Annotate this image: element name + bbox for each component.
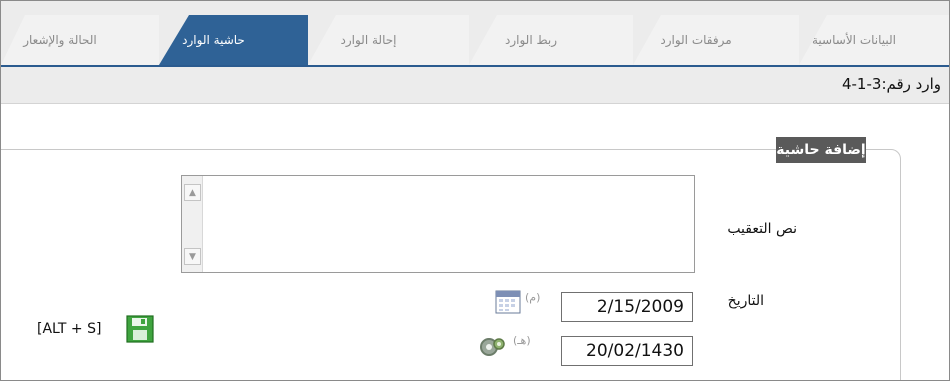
tab-basic-data[interactable]: البيانات الأساسية	[799, 15, 949, 65]
tab-link[interactable]: ربط الوارد	[469, 15, 633, 65]
save-shortcut-label: [ALT + S]	[37, 321, 102, 337]
record-bar: وارد رقم:3-1-4	[1, 67, 949, 104]
tab-attachments[interactable]: مرفقات الوارد	[633, 15, 799, 65]
tab-label: الحالة والإشعار	[23, 33, 97, 47]
tab-label: إحالة الوارد	[340, 33, 397, 47]
tab-referral[interactable]: إحالة الوارد	[308, 15, 469, 65]
incoming-note-window: البيانات الأساسية مرفقات الوارد ربط الوا…	[0, 0, 950, 381]
gregorian-marker: (م)	[525, 291, 541, 304]
tab-label: مرفقات الوارد	[660, 33, 732, 47]
floppy-disk-icon[interactable]	[126, 315, 154, 343]
hijri-date-input[interactable]: 20/02/1430	[561, 336, 693, 366]
tab-label: ربط الوارد	[504, 33, 557, 47]
hijri-marker: (هـ)	[513, 334, 531, 347]
tab-note[interactable]: حاشية الوارد	[159, 15, 308, 65]
calendar-icon[interactable]	[495, 288, 521, 314]
comment-textarea[interactable]: ▲ ▼	[181, 175, 695, 273]
textarea-scrollbar[interactable]: ▲ ▼	[182, 176, 203, 272]
tab-label: البيانات الأساسية	[812, 33, 896, 47]
date-label: التاريخ	[727, 293, 764, 309]
tab-label: حاشية الوارد	[182, 33, 245, 47]
scroll-up-arrow-icon[interactable]: ▲	[184, 184, 201, 201]
tab-bar: البيانات الأساسية مرفقات الوارد ربط الوا…	[1, 1, 949, 67]
record-number: وارد رقم:3-1-4	[842, 75, 941, 93]
comment-label: نص التعقيب	[727, 221, 797, 237]
gregorian-date-input[interactable]: 2/15/2009	[561, 292, 693, 322]
record-label: وارد رقم:	[881, 75, 941, 93]
add-note-legend: إضافة حاشية	[776, 137, 866, 163]
scroll-down-arrow-icon[interactable]: ▼	[184, 248, 201, 265]
gear-icon[interactable]	[477, 332, 507, 362]
tab-status[interactable]: الحالة والإشعار	[1, 15, 159, 65]
record-value: 3-1-4	[841, 75, 882, 93]
